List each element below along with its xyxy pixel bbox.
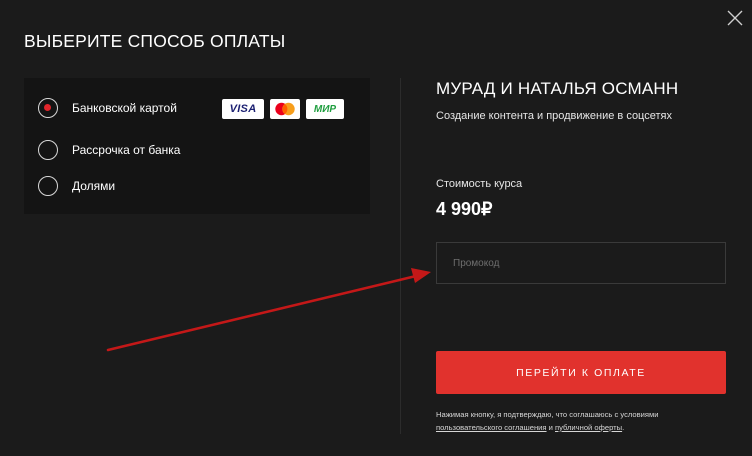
promo-code-input[interactable] — [436, 242, 726, 284]
close-icon[interactable] — [726, 9, 744, 27]
payment-method-installment[interactable]: Рассрочка от банка — [38, 139, 180, 161]
public-offer-link[interactable]: публичной оферты — [555, 423, 622, 432]
payment-method-label: Банковской картой — [72, 101, 177, 115]
agreement-text: Нажимая кнопку, я подтверждаю, что согла… — [436, 408, 736, 434]
price-label: Стоимость курса — [436, 178, 523, 190]
agreement-prefix: Нажимая кнопку, я подтверждаю, что согла… — [436, 410, 659, 419]
payment-method-title: ВЫБЕРИТЕ СПОСОБ ОПЛАТЫ — [24, 31, 286, 51]
card-logos: VISA МИР — [222, 99, 344, 119]
payment-method-label: Рассрочка от банка — [72, 143, 181, 157]
radio-card[interactable] — [38, 98, 58, 118]
mir-logo: МИР — [306, 99, 344, 119]
radio-installment[interactable] — [38, 140, 58, 160]
mastercard-icon — [270, 99, 300, 119]
proceed-to-payment-button[interactable]: ПЕРЕЙТИ К ОПЛАТЕ — [436, 351, 726, 394]
course-subtitle: Создание контента и продвижение в соцсет… — [436, 110, 672, 122]
payment-modal: ВЫБЕРИТЕ СПОСОБ ОПЛАТЫ Банковской картой… — [0, 0, 752, 456]
user-agreement-link[interactable]: пользовательского соглашения — [436, 423, 547, 432]
payment-method-card[interactable]: Банковской картой — [38, 97, 177, 119]
column-divider — [400, 78, 401, 434]
agreement-conjunction: и — [546, 423, 555, 432]
course-price: 4 990₽ — [436, 199, 493, 219]
payment-method-label: Долями — [72, 179, 116, 193]
visa-logo: VISA — [222, 99, 264, 119]
payment-method-parts[interactable]: Долями — [38, 175, 115, 197]
agreement-suffix: . — [622, 423, 625, 432]
course-title: МУРАД И НАТАЛЬЯ ОСМАНН — [436, 79, 679, 98]
payment-methods-panel: Банковской картой Рассрочка от банка Дол… — [24, 78, 370, 214]
radio-parts[interactable] — [38, 176, 58, 196]
